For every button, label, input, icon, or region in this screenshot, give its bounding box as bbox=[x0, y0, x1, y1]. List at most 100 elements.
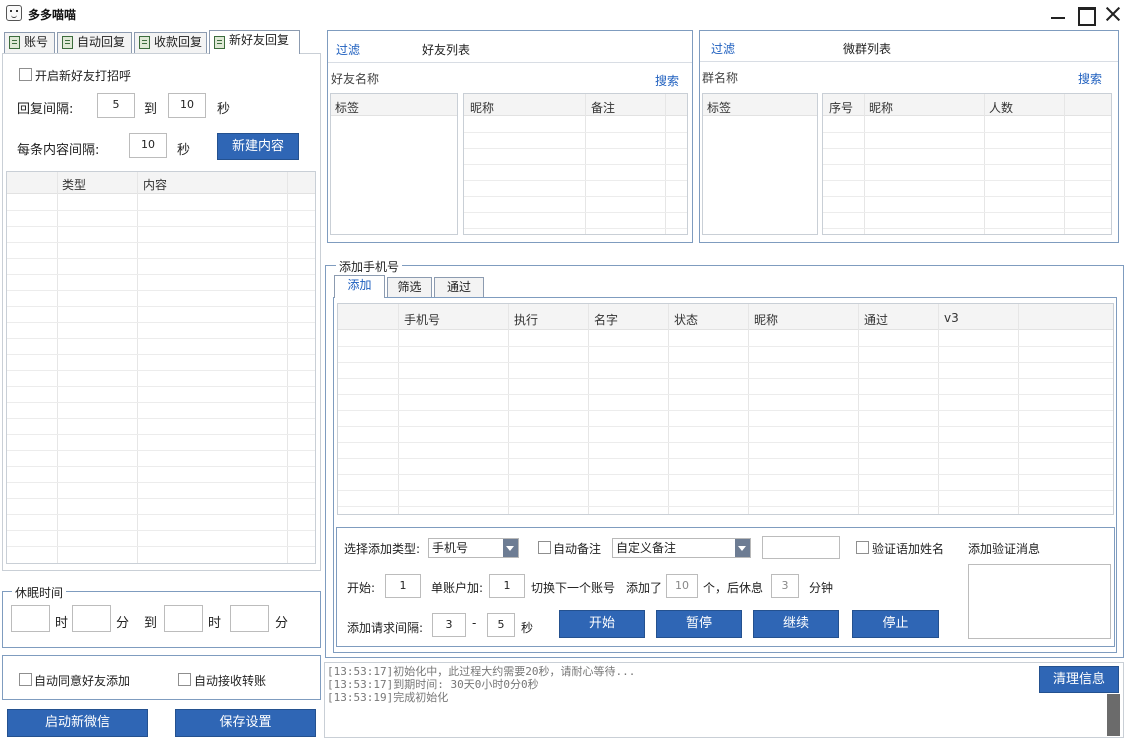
sleep-to-label: 到 bbox=[144, 616, 158, 631]
page-icon bbox=[9, 36, 20, 49]
column-header-name: 名字 bbox=[594, 313, 619, 327]
tab-new-friend-reply[interactable]: 新好友回复 bbox=[209, 30, 300, 54]
clear-info-button[interactable]: 清理信息 bbox=[1039, 666, 1119, 693]
column-header-content: 内容 bbox=[143, 178, 168, 192]
phone-grid: 手机号 执行 名字 状态 昵称 通过 v3 bbox=[337, 303, 1114, 515]
group-grid: 序号 昵称 人数 bbox=[822, 93, 1112, 235]
column-header-type: 类型 bbox=[62, 178, 87, 192]
sleep-start-hour-input[interactable] bbox=[11, 605, 50, 632]
stop-button[interactable]: 停止 bbox=[852, 610, 939, 638]
minute-label: 分 bbox=[116, 616, 130, 631]
greet-checkbox[interactable] bbox=[19, 68, 32, 81]
column-header-passed: 通过 bbox=[864, 313, 889, 327]
page-icon bbox=[214, 36, 225, 49]
hour-label: 时 bbox=[208, 616, 222, 631]
start-button[interactable]: 开始 bbox=[559, 610, 645, 638]
tab-filter[interactable]: 筛选 bbox=[387, 277, 432, 297]
request-max-input[interactable]: 5 bbox=[487, 613, 515, 637]
maximize-icon[interactable] bbox=[1076, 4, 1096, 26]
verify-name-label: 验证语加姓名 bbox=[872, 542, 945, 556]
remark-input[interactable] bbox=[762, 536, 840, 559]
verify-name-checkbox[interactable] bbox=[856, 541, 869, 554]
minimize-icon[interactable] bbox=[1048, 4, 1068, 24]
hour-label: 时 bbox=[55, 616, 69, 631]
close-icon[interactable] bbox=[1103, 4, 1123, 24]
rest-minutes-input[interactable]: 3 bbox=[771, 574, 799, 598]
tab-add[interactable]: 添加 bbox=[334, 275, 385, 298]
resume-button[interactable]: 继续 bbox=[753, 610, 839, 638]
column-header-tag: 标签 bbox=[335, 101, 360, 115]
group-filter-link[interactable]: 过滤 bbox=[711, 40, 735, 57]
auto-remark-label: 自动备注 bbox=[553, 542, 602, 556]
column-header-nickname: 昵称 bbox=[869, 101, 894, 115]
switch-account-label: 切换下一个账号 bbox=[531, 581, 616, 595]
column-header-nickname: 昵称 bbox=[470, 101, 495, 115]
range-dash: - bbox=[472, 616, 477, 630]
item-interval-input[interactable]: 10 bbox=[129, 133, 167, 158]
column-header-tag: 标签 bbox=[707, 101, 732, 115]
tab-pass[interactable]: 通过 bbox=[434, 277, 484, 297]
request-min-input[interactable]: 3 bbox=[432, 613, 466, 637]
auto-receive-label: 自动接收转账 bbox=[194, 674, 267, 688]
scrollbar-thumb[interactable] bbox=[1107, 694, 1120, 736]
column-header-phone: 手机号 bbox=[404, 313, 441, 327]
friend-filter-link[interactable]: 过滤 bbox=[336, 41, 360, 58]
column-header-exec: 执行 bbox=[514, 313, 539, 327]
sleep-end-minute-input[interactable] bbox=[230, 605, 269, 632]
auto-remark-checkbox[interactable] bbox=[538, 541, 551, 554]
added-count-input[interactable]: 10 bbox=[666, 574, 698, 598]
sleep-start-minute-input[interactable] bbox=[72, 605, 111, 632]
reply-interval-label: 回复间隔: bbox=[17, 102, 74, 117]
start-input[interactable]: 1 bbox=[385, 574, 421, 598]
title-bar bbox=[0, 0, 1128, 28]
friend-grid: 昵称 备注 bbox=[463, 93, 688, 235]
page-icon bbox=[139, 36, 150, 49]
added-label: 添加了 bbox=[626, 581, 663, 595]
item-sec-label: 秒 bbox=[177, 143, 191, 158]
save-settings-button[interactable]: 保存设置 bbox=[175, 709, 316, 737]
tab-auto-reply[interactable]: 自动回复 bbox=[57, 32, 132, 53]
add-phone-title: 添加手机号 bbox=[336, 258, 403, 275]
log-line: [13:53:19]完成初始化 bbox=[327, 691, 449, 704]
add-type-select[interactable]: 手机号 bbox=[428, 538, 519, 558]
auto-receive-checkbox[interactable] bbox=[178, 673, 191, 686]
column-header-status: 状态 bbox=[674, 313, 699, 327]
per-account-input[interactable]: 1 bbox=[489, 574, 525, 598]
per-account-label: 单账户加: bbox=[431, 581, 484, 595]
auto-accept-checkbox[interactable] bbox=[19, 673, 32, 686]
remark-select[interactable]: 自定义备注 bbox=[612, 538, 751, 558]
new-content-button[interactable]: 新建内容 bbox=[217, 133, 299, 160]
request-interval-label: 添加请求间隔: bbox=[347, 621, 424, 635]
group-tag-list: 标签 bbox=[702, 93, 818, 235]
log-line: [13:53:17]到期时间: 30天0小时0分0秒 bbox=[327, 678, 539, 691]
add-type-label: 选择添加类型: bbox=[344, 542, 421, 556]
minute-label: 分 bbox=[275, 616, 289, 631]
auto-accept-label: 自动同意好友添加 bbox=[34, 674, 131, 688]
reply-max-input[interactable]: 10 bbox=[168, 93, 206, 118]
pause-button[interactable]: 暂停 bbox=[656, 610, 742, 638]
column-header-members: 人数 bbox=[989, 101, 1014, 115]
content-grid: 类型 内容 bbox=[6, 171, 316, 564]
sleep-end-hour-input[interactable] bbox=[164, 605, 203, 632]
window-title: 多多喵喵 bbox=[28, 8, 77, 22]
group-search-link[interactable]: 搜索 bbox=[1078, 70, 1102, 87]
page-icon bbox=[62, 36, 73, 49]
tab-payment-reply[interactable]: 收款回复 bbox=[134, 32, 207, 53]
log-line: [13:53:17]初始化中，此过程大约需要20秒，请耐心等待... bbox=[327, 665, 636, 678]
reply-min-input[interactable]: 5 bbox=[97, 93, 135, 118]
verify-message-textarea[interactable] bbox=[968, 564, 1111, 639]
app-cat-icon bbox=[6, 5, 22, 21]
item-interval-label: 每条内容间隔: bbox=[17, 143, 100, 158]
minute-label: 分钟 bbox=[809, 581, 834, 595]
seconds-label: 秒 bbox=[521, 621, 534, 635]
start-wechat-button[interactable]: 启动新微信 bbox=[7, 709, 148, 737]
sleep-time-title: 休眠时间 bbox=[12, 584, 67, 601]
friend-list-title: 好友列表 bbox=[422, 43, 471, 57]
tab-account[interactable]: 账号 bbox=[4, 32, 55, 53]
group-list-title: 微群列表 bbox=[843, 42, 892, 56]
friend-tag-list: 标签 bbox=[330, 93, 458, 235]
chevron-down-icon bbox=[735, 539, 750, 557]
friend-search-link[interactable]: 搜索 bbox=[655, 72, 679, 89]
add-verify-message-label: 添加验证消息 bbox=[968, 542, 1041, 556]
to-label: 到 bbox=[144, 102, 158, 117]
